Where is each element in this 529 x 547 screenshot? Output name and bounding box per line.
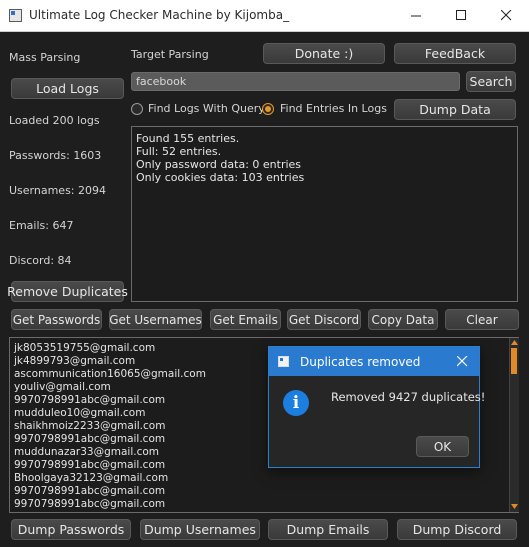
info-icon: i [283,390,309,416]
list-item: 9970798991abc@gmail.com [14,433,166,445]
get-emails-button[interactable]: Get Emails [210,309,281,330]
radio-find-logs-with-query-label: Find Logs With Query [148,102,265,115]
get-passwords-button[interactable]: Get Passwords [11,309,102,330]
scroll-down-arrow-icon[interactable] [511,504,518,509]
list-item: mudduleo10@gmail.com [14,407,146,419]
results-line: Full: 52 entries. [136,145,222,158]
copy-data-button[interactable]: Copy Data [368,309,438,330]
list-item: 9970798991abc@gmail.com [14,459,166,471]
get-usernames-button[interactable]: Get Usernames [109,309,202,330]
dialog-title-bar: Duplicates removed [269,347,479,376]
dialog-title: Duplicates removed [300,355,421,369]
ok-button[interactable]: OK [416,436,469,457]
remove-duplicates-button[interactable]: Remove Duplicates [7,281,128,302]
search-input[interactable]: facebook [131,72,460,91]
minimize-icon [411,15,421,17]
donate-button[interactable]: Donate :) [263,43,385,64]
output-scrollbar[interactable] [509,338,519,512]
clear-button[interactable]: Clear [445,309,519,330]
dump-usernames-button[interactable]: Dump Usernames [140,519,260,540]
window-title: Ultimate Log Checker Machine by Kijomba_ [29,8,290,22]
search-button[interactable]: Search [466,71,516,92]
maximize-button[interactable] [439,0,484,31]
maximize-icon [456,10,466,20]
scroll-up-arrow-icon[interactable] [511,340,518,345]
list-item: youliv@gmail.com [14,381,111,393]
dialog-close-button[interactable] [453,352,471,370]
dialog-app-icon [278,356,289,367]
radio-find-logs-with-query[interactable] [131,103,143,115]
mass-parsing-header: Mass Parsing [9,51,81,64]
list-item: shaikhmoiz2233@gmail.com [14,420,166,432]
close-icon [456,355,467,366]
list-item: 9970798991abc@gmail.com [14,394,166,406]
results-line: Only password data: 0 entries [136,158,302,171]
list-item: 9970798991abc@gmail.com [14,485,166,497]
close-icon [501,10,512,21]
passwords-count: Passwords: 1603 [9,149,102,162]
dump-discord-button[interactable]: Dump Discord [397,519,517,540]
scroll-thumb[interactable] [511,348,517,374]
dump-passwords-button[interactable]: Dump Passwords [11,519,131,540]
usernames-count: Usernames: 2094 [9,184,107,197]
radio-find-entries-in-logs[interactable] [262,103,274,115]
results-line: Found 155 entries. [136,132,240,145]
discord-count: Discord: 84 [9,254,72,267]
list-item: ascommunication16065@gmail.com [14,368,206,380]
list-item: 9970798991abc@gmail.com [14,498,166,510]
duplicates-removed-dialog: Duplicates removed i Removed 9427 duplic… [268,346,485,468]
dialog-message: Removed 9427 duplicates! [331,390,486,404]
target-parsing-header: Target Parsing [131,48,209,61]
list-item: Bhoolgaya32123@gmail.com [14,472,169,484]
loaded-count: Loaded 200 logs [9,114,100,127]
dump-emails-button[interactable]: Dump Emails [268,519,388,540]
get-discord-button[interactable]: Get Discord [287,309,361,330]
app-icon [9,9,22,22]
minimize-button[interactable] [394,0,439,31]
close-button[interactable] [484,0,529,31]
results-panel[interactable]: Found 155 entries. Full: 52 entries. Onl… [131,126,518,302]
list-item: jk4899793@gmail.com [14,355,136,367]
load-logs-button[interactable]: Load Logs [11,78,124,99]
dump-data-button[interactable]: Dump Data [394,99,516,120]
title-bar: Ultimate Log Checker Machine by Kijomba_ [0,0,529,32]
list-item: jk8053519755@gmail.com [14,342,156,354]
list-item: muddunazar33@gmail.com [14,446,160,458]
feedback-button[interactable]: FeedBack [394,43,516,64]
results-line: Only cookies data: 103 entries [136,171,305,184]
radio-find-entries-in-logs-label: Find Entries In Logs [280,102,387,115]
emails-count: Emails: 647 [9,219,74,232]
